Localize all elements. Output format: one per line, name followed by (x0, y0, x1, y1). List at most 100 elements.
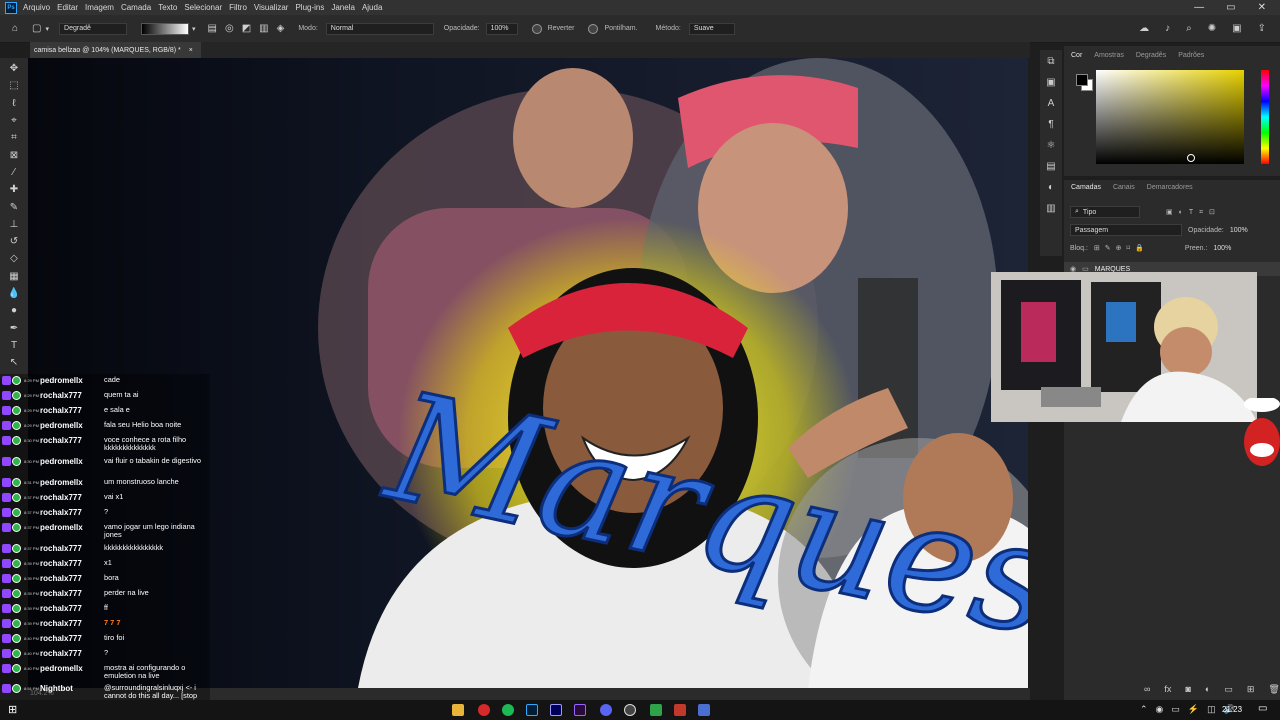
gradient-tool-icon[interactable]: ▦ (9, 268, 18, 285)
character-icon[interactable]: A (1048, 98, 1055, 109)
photoshop-icon[interactable] (526, 704, 538, 716)
paragraph-icon[interactable]: ¶ (1048, 119, 1053, 130)
reflected-gradient-icon[interactable]: ▥ (259, 23, 268, 34)
gradient-preview[interactable] (141, 22, 190, 35)
lock-icons[interactable]: ⊞✎⊕⌑🔒 (1094, 244, 1149, 252)
search-icon[interactable]: ⌕ (1186, 23, 1192, 34)
path-select-icon[interactable]: ↖ (10, 354, 18, 371)
menu-imagem[interactable]: Imagem (85, 3, 114, 12)
adjustment-icon[interactable]: ◐ (1205, 684, 1210, 695)
tab-padroes[interactable]: Padrões (1178, 52, 1204, 59)
tab-amostras[interactable]: Amostras (1094, 52, 1124, 59)
chat-username[interactable]: Nightbot (40, 684, 104, 693)
link-icon[interactable]: ∞ (1144, 684, 1150, 695)
reverse-checkbox[interactable] (531, 23, 542, 34)
comments-icon[interactable]: ▣ (1046, 77, 1055, 88)
chat-username[interactable]: pedromellx (40, 523, 104, 532)
app-icon[interactable] (698, 704, 710, 716)
healing-brush-icon[interactable]: ✚ (10, 181, 18, 198)
clock[interactable]: 21:23 (1222, 705, 1242, 714)
brush-tool-icon[interactable]: ✎ (10, 198, 18, 215)
menu-filtro[interactable]: Filtro (229, 3, 247, 12)
frame-tool-icon[interactable]: ⊠ (10, 146, 18, 163)
lasso-tool-icon[interactable]: ℓ (12, 95, 15, 112)
notifications-icon[interactable]: ▭ (1258, 703, 1267, 714)
group-icon[interactable]: ▭ (1224, 684, 1233, 695)
method-select[interactable]: Suave (688, 22, 735, 35)
minimize-icon[interactable]: — (1194, 2, 1204, 13)
app-icon[interactable] (650, 704, 662, 716)
discord-icon[interactable] (600, 704, 612, 716)
tab-degrades[interactable]: Degradês (1136, 52, 1166, 59)
properties-icon[interactable]: ⚛ (1047, 140, 1056, 151)
move-tool-icon[interactable]: ✥ (10, 60, 18, 77)
blend-mode-select[interactable]: Passagem (1070, 224, 1182, 236)
menu-arquivo[interactable]: Arquivo (23, 3, 50, 12)
quick-select-tool-icon[interactable]: ⌖ (11, 112, 17, 129)
chat-username[interactable]: rochalx777 (40, 391, 104, 400)
document-tab[interactable]: camisa bellzao @ 104% (MARQUES, RGB/8) *… (30, 42, 201, 58)
spotify-icon[interactable] (502, 704, 514, 716)
chat-username[interactable]: rochalx777 (40, 649, 104, 658)
marquee-tool-icon[interactable]: ⬚ (9, 77, 18, 94)
blur-tool-icon[interactable]: 💧 (8, 285, 20, 302)
chevron-down-icon[interactable]: ▾ (46, 25, 50, 33)
photoshop-logo[interactable]: Ps (5, 1, 17, 14)
tab-demarcadores[interactable]: Demarcadores (1147, 184, 1193, 191)
color-picker-handle[interactable] (1187, 154, 1195, 162)
cloud-icon[interactable]: ☁ (1139, 23, 1149, 34)
menu-editar[interactable]: Editar (57, 3, 78, 12)
chat-username[interactable]: rochalx777 (40, 634, 104, 643)
chat-username[interactable]: pedromellx (40, 421, 104, 430)
radial-gradient-icon[interactable]: ◎ (225, 23, 234, 34)
swatches-icon[interactable]: ▥ (1046, 203, 1055, 214)
history-icon[interactable]: ⧉ (1047, 56, 1054, 67)
close-icon[interactable]: ✕ (1258, 2, 1266, 13)
eyedropper-tool-icon[interactable]: ⁄ (13, 164, 15, 181)
diamond-gradient-icon[interactable]: ◈ (277, 23, 285, 34)
chat-username[interactable]: rochalx777 (40, 508, 104, 517)
chat-username[interactable]: pedromellx (40, 478, 104, 487)
notification-icon[interactable]: ♪ (1165, 23, 1170, 34)
windows-start-icon[interactable]: ⊞ (8, 703, 17, 716)
hue-slider[interactable] (1261, 70, 1269, 164)
opacity-input[interactable]: 100% (485, 22, 518, 35)
share-icon[interactable]: ⇪ (1258, 23, 1266, 34)
adjustments-icon[interactable]: ◐ (1048, 182, 1054, 193)
chevron-down-icon[interactable]: ▾ (192, 25, 196, 33)
chat-username[interactable]: rochalx777 (40, 406, 104, 415)
chat-username[interactable]: rochalx777 (40, 493, 104, 502)
chat-username[interactable]: rochalx777 (40, 589, 104, 598)
app-icon[interactable] (674, 704, 686, 716)
chat-username[interactable]: rochalx777 (40, 559, 104, 568)
crop-tool-icon[interactable]: ⌗ (11, 129, 17, 146)
color-field[interactable] (1096, 70, 1244, 164)
menu-janela[interactable]: Janela (331, 3, 355, 12)
maximize-icon[interactable]: ▭ (1226, 2, 1235, 13)
type-tool-icon[interactable]: T (11, 337, 17, 354)
eraser-tool-icon[interactable]: ◇ (10, 250, 18, 267)
chat-username[interactable]: pedromellx (40, 376, 104, 385)
close-tab-icon[interactable]: × (189, 47, 193, 54)
layer-filter-select[interactable]: ⌕ Tipo (1070, 206, 1140, 218)
chat-username[interactable]: rochalx777 (40, 604, 104, 613)
clone-stamp-icon[interactable]: ⊥ (10, 216, 19, 233)
workspace-icon[interactable]: ▣ (1232, 23, 1241, 34)
premiere-icon[interactable] (574, 704, 586, 716)
chat-username[interactable]: pedromellx (40, 457, 104, 466)
folder-icon[interactable] (452, 704, 464, 716)
home-icon[interactable]: ⌂ (12, 23, 18, 34)
tab-cor[interactable]: Cor (1071, 52, 1082, 59)
chat-username[interactable]: rochalx777 (40, 544, 104, 553)
after-effects-icon[interactable] (550, 704, 562, 716)
dither-checkbox[interactable] (588, 23, 599, 34)
menu-ajuda[interactable]: Ajuda (362, 3, 382, 12)
menu-selecionar[interactable]: Selecionar (184, 3, 222, 12)
chat-username[interactable]: pedromellx (40, 664, 104, 673)
menu-camada[interactable]: Camada (121, 3, 151, 12)
libraries-icon[interactable]: ▤ (1046, 161, 1055, 172)
obs-icon[interactable] (624, 704, 636, 716)
menu-visualizar[interactable]: Visualizar (254, 3, 289, 12)
opera-icon[interactable] (478, 704, 490, 716)
pen-tool-icon[interactable]: ✒ (10, 319, 18, 336)
